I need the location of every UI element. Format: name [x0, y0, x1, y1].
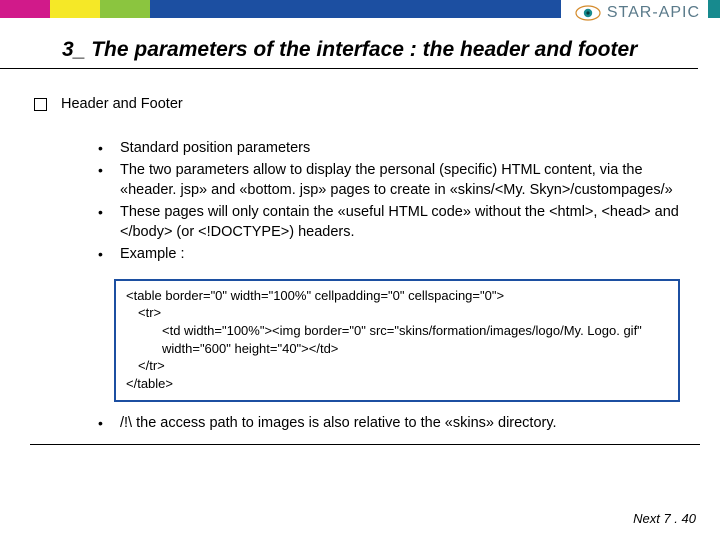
brand-name: STAR-APIC: [607, 4, 700, 22]
slide-content: Header and Footer Standard position para…: [0, 69, 720, 434]
section-heading: Header and Footer: [61, 95, 183, 115]
list-item: /!\ the access path to images is also re…: [94, 414, 690, 434]
page-title: 3_ The parameters of the interface : the…: [0, 22, 698, 69]
code-line: </tr>: [126, 357, 668, 375]
brand-logo: STAR-APIC: [561, 0, 708, 26]
code-example-box: <table border="0" width="100%" cellpaddi…: [114, 279, 680, 402]
page-footer: Next 7 . 40: [633, 511, 696, 526]
bullet-list: Standard position parameters The two par…: [34, 139, 690, 265]
list-item: The two parameters allow to display the …: [94, 161, 690, 200]
list-item: These pages will only contain the «usefu…: [94, 203, 690, 242]
stripe-segment: [150, 0, 570, 18]
code-line: </table>: [126, 375, 668, 393]
bullet-text: These pages will only contain the «usefu…: [120, 204, 679, 240]
stripe-segment: [100, 0, 150, 18]
stripe-segment: [50, 0, 100, 18]
section-heading-row: Header and Footer: [34, 95, 690, 115]
code-line: <tr>: [126, 304, 668, 322]
list-item: Standard position parameters: [94, 139, 690, 159]
list-item: Example :: [94, 245, 690, 265]
bullet-text: /!\ the access path to images is also re…: [120, 415, 557, 431]
divider: [30, 444, 700, 445]
bullet-text: Example :: [120, 246, 184, 262]
checkbox-bullet-icon: [34, 98, 47, 111]
bullet-text: The two parameters allow to display the …: [120, 162, 673, 198]
bullet-list: /!\ the access path to images is also re…: [34, 414, 690, 434]
code-line: <table border="0" width="100%" cellpaddi…: [126, 287, 668, 305]
stripe-segment: [0, 0, 50, 18]
bullet-text: Standard position parameters: [120, 140, 310, 156]
code-line: <td width="100%"><img border="0" src="sk…: [126, 322, 668, 357]
eye-icon: [575, 4, 601, 22]
